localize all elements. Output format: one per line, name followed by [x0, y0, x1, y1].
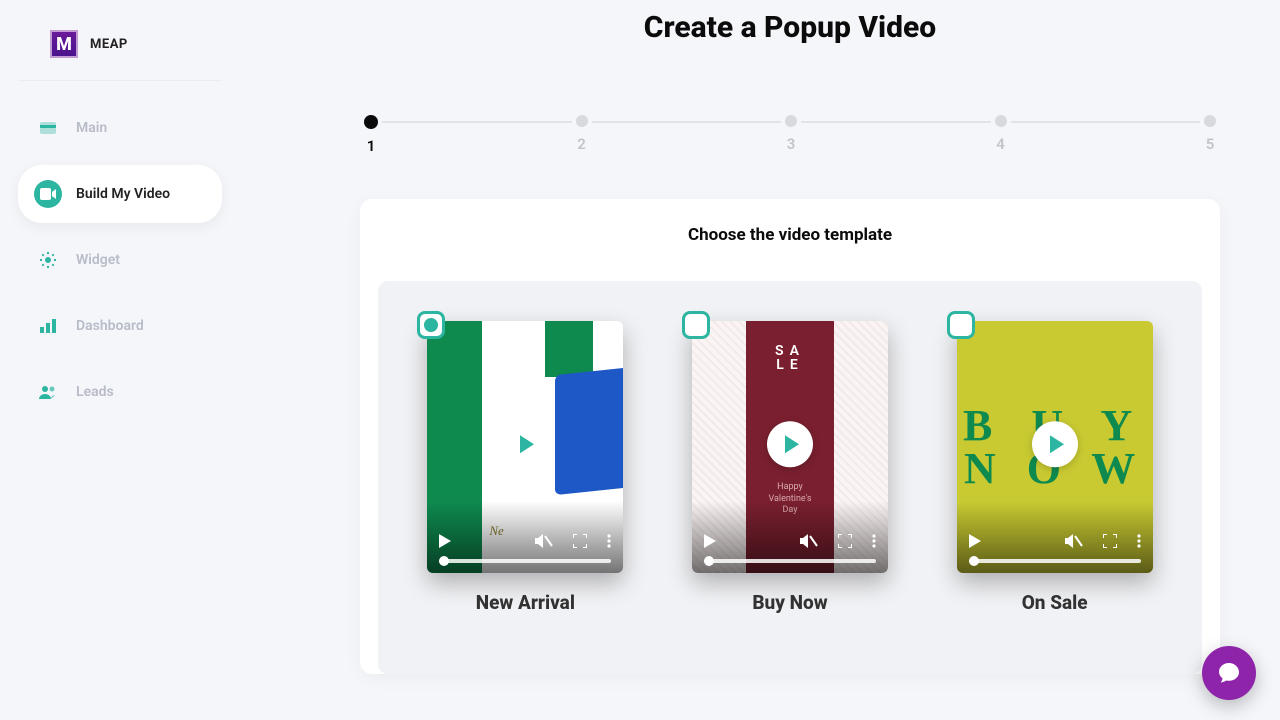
chat-fab[interactable]	[1202, 646, 1256, 700]
sidebar-item-label: Main	[76, 120, 107, 136]
step-dot	[364, 115, 378, 129]
sidebar-item-leads[interactable]: Leads	[18, 363, 222, 421]
mute-icon[interactable]	[535, 533, 553, 549]
gear-icon	[34, 246, 62, 274]
people-icon	[34, 378, 62, 406]
chat-icon	[1217, 661, 1241, 685]
video-controls	[957, 525, 1153, 573]
sidebar-item-label: Dashboard	[76, 318, 144, 334]
video-controls	[692, 525, 888, 573]
sidebar-item-label: Build My Video	[76, 186, 170, 202]
sidebar-item-label: Widget	[76, 252, 120, 268]
more-icon[interactable]	[872, 534, 876, 548]
mute-icon[interactable]	[800, 533, 818, 549]
step-number: 1	[367, 137, 376, 155]
template-card: Choose the video template Ne	[360, 199, 1220, 674]
step-dot	[785, 115, 797, 127]
fullscreen-icon[interactable]	[573, 534, 587, 548]
template-label: Buy Now	[752, 591, 827, 614]
card-icon	[34, 114, 62, 142]
step-2[interactable]: 2	[572, 115, 592, 155]
step-number: 5	[1206, 135, 1215, 153]
step-dot	[1204, 115, 1216, 127]
more-icon[interactable]	[1137, 534, 1141, 548]
mute-icon[interactable]	[1065, 533, 1083, 549]
step-number: 2	[577, 135, 586, 153]
templates-grid: Ne	[378, 281, 1202, 674]
template-thumbnail[interactable]: Ne	[427, 321, 623, 573]
progress-bar[interactable]	[439, 559, 611, 563]
sidebar: M MEAP Main Build My Video Widget Dashbo…	[0, 0, 240, 720]
main-content: Create a Popup Video 1 2 3 4 5	[240, 0, 1280, 720]
logo-text: MEAP	[90, 37, 128, 52]
bar-chart-icon	[34, 312, 62, 340]
sidebar-item-dashboard[interactable]: Dashboard	[18, 297, 222, 355]
play-icon	[785, 435, 799, 453]
video-controls	[427, 525, 623, 573]
stepper: 1 2 3 4 5	[360, 115, 1220, 155]
template-new-arrival[interactable]: Ne	[427, 321, 623, 614]
progress-bar[interactable]	[704, 559, 876, 563]
template-thumbnail[interactable]: SA LE Happy Valentine's Day	[692, 321, 888, 573]
step-3[interactable]: 3	[781, 115, 801, 155]
fullscreen-icon[interactable]	[1103, 534, 1117, 548]
sidebar-item-label: Leads	[76, 384, 114, 400]
play-button[interactable]	[1032, 421, 1078, 467]
template-on-sale[interactable]: B U Y N O W	[957, 321, 1153, 614]
template-radio[interactable]	[417, 311, 445, 339]
step-4[interactable]: 4	[991, 115, 1011, 155]
template-buy-now[interactable]: SA LE Happy Valentine's Day	[692, 321, 888, 614]
fullscreen-icon[interactable]	[838, 534, 852, 548]
template-thumbnail[interactable]: B U Y N O W	[957, 321, 1153, 573]
play-button[interactable]	[767, 421, 813, 467]
section-title: Choose the video template	[360, 225, 1220, 245]
overlay-text: LE	[776, 357, 803, 373]
play-icon	[1050, 435, 1064, 453]
step-number: 3	[787, 135, 796, 153]
page-title: Create a Popup Video	[360, 10, 1220, 45]
logo: M MEAP	[18, 30, 222, 81]
step-1[interactable]: 1	[360, 115, 382, 155]
sidebar-item-build-my-video[interactable]: Build My Video	[18, 165, 222, 223]
template-radio[interactable]	[947, 311, 975, 339]
overlay-text: Happy	[777, 482, 803, 492]
logo-mark: M	[50, 30, 78, 58]
template-radio[interactable]	[682, 311, 710, 339]
play-icon[interactable]	[969, 534, 981, 548]
sidebar-item-main[interactable]: Main	[18, 99, 222, 157]
step-dot	[995, 115, 1007, 127]
more-icon[interactable]	[607, 534, 611, 548]
step-5[interactable]: 5	[1200, 115, 1220, 155]
sidebar-item-widget[interactable]: Widget	[18, 231, 222, 289]
play-icon[interactable]	[439, 534, 451, 548]
template-label: New Arrival	[476, 591, 575, 614]
progress-bar[interactable]	[969, 559, 1141, 563]
template-label: On Sale	[1022, 591, 1088, 614]
step-number: 4	[996, 135, 1005, 153]
play-icon	[520, 435, 534, 453]
play-button[interactable]	[502, 421, 548, 467]
step-dot	[576, 115, 588, 127]
play-icon[interactable]	[704, 534, 716, 548]
video-icon	[34, 180, 62, 208]
